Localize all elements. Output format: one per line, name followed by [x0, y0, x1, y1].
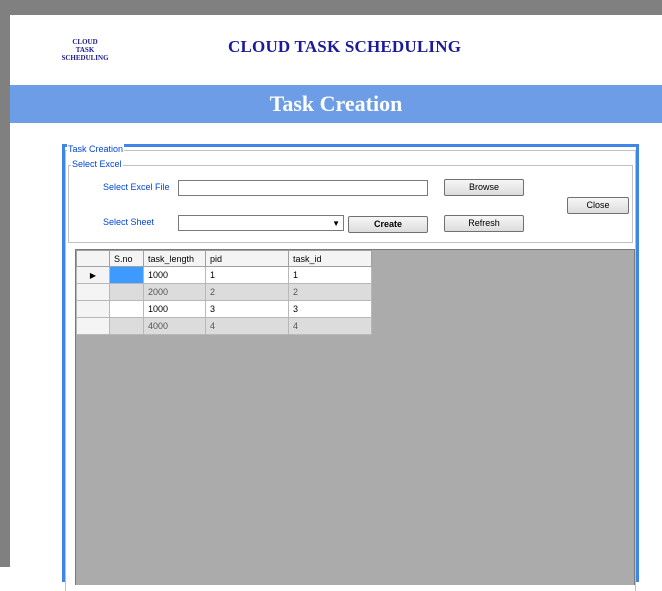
cell-task-id[interactable]: 4: [288, 317, 372, 335]
cell-sno[interactable]: [109, 266, 144, 284]
excel-file-input[interactable]: [178, 180, 428, 196]
table-row[interactable]: 1000 3 3: [76, 300, 372, 318]
window-body: Task Creation Select Excel Select Excel …: [65, 144, 636, 591]
cell-pid[interactable]: 2: [205, 283, 289, 301]
cell-task-length[interactable]: 4000: [143, 317, 206, 335]
browse-button[interactable]: Browse: [444, 179, 524, 196]
cell-task-id[interactable]: 2: [288, 283, 372, 301]
cell-task-id[interactable]: 1: [288, 266, 372, 284]
outer-frame-left: [0, 15, 10, 567]
row-header[interactable]: [76, 317, 110, 335]
table-row[interactable]: 2000 2 2: [76, 283, 372, 301]
column-header-pid[interactable]: pid: [205, 250, 289, 267]
task-creation-window: Task Creation Select Excel Select Excel …: [62, 144, 639, 591]
task-creation-group-title: Task Creation: [67, 144, 125, 154]
close-button[interactable]: Close: [567, 197, 629, 214]
cell-pid[interactable]: 3: [205, 300, 289, 318]
outer-frame-top: [0, 0, 662, 15]
current-row-indicator-icon[interactable]: ▶: [76, 266, 110, 284]
table-row[interactable]: 4000 4 4: [76, 317, 372, 335]
cell-pid[interactable]: 1: [205, 266, 289, 284]
cell-sno[interactable]: [109, 283, 144, 301]
excel-file-label: Select Excel File: [103, 182, 170, 192]
cell-pid[interactable]: 4: [205, 317, 289, 335]
cell-task-length[interactable]: 2000: [143, 283, 206, 301]
page-title: Task Creation: [269, 91, 403, 116]
cell-sno[interactable]: [109, 317, 144, 335]
column-header-task-length[interactable]: task_length: [143, 250, 206, 267]
logo-line: TASK: [75, 46, 95, 54]
select-excel-group-title: Select Excel: [71, 159, 123, 169]
page-banner: Task Creation: [10, 85, 662, 123]
site-logo: CLOUD TASK SCHEDULING: [50, 38, 120, 62]
column-header-task-id[interactable]: task_id: [288, 250, 372, 267]
table-header-row: S.no task_length pid task_id: [76, 250, 372, 267]
sheet-select-value: [179, 215, 185, 227]
logo-line: SCHEDULING: [61, 54, 109, 62]
create-button[interactable]: Create: [348, 216, 428, 233]
table-row[interactable]: ▶ 1000 1 1: [76, 266, 372, 284]
column-header-sno[interactable]: S.no: [109, 250, 144, 267]
sheet-label: Select Sheet: [103, 217, 155, 227]
page: CLOUD TASK SCHEDULING CLOUD TASK SCHEDUL…: [10, 15, 662, 591]
cell-sno[interactable]: [109, 300, 144, 318]
task-table: S.no task_length pid task_id ▶ 1000 1 1: [76, 250, 372, 335]
site-title: CLOUD TASK SCHEDULING: [228, 37, 462, 56]
row-header[interactable]: [76, 300, 110, 318]
sheet-select[interactable]: ▼: [178, 215, 344, 231]
row-header[interactable]: [76, 283, 110, 301]
cell-task-length[interactable]: 1000: [143, 266, 206, 284]
cell-task-id[interactable]: 3: [288, 300, 372, 318]
refresh-button[interactable]: Refresh: [444, 215, 524, 232]
task-data-grid[interactable]: S.no task_length pid task_id ▶ 1000 1 1: [75, 249, 635, 585]
cell-task-length[interactable]: 1000: [143, 300, 206, 318]
logo-line: CLOUD: [72, 38, 98, 46]
chevron-down-icon[interactable]: ▼: [332, 219, 340, 228]
row-header-corner[interactable]: [76, 250, 110, 267]
